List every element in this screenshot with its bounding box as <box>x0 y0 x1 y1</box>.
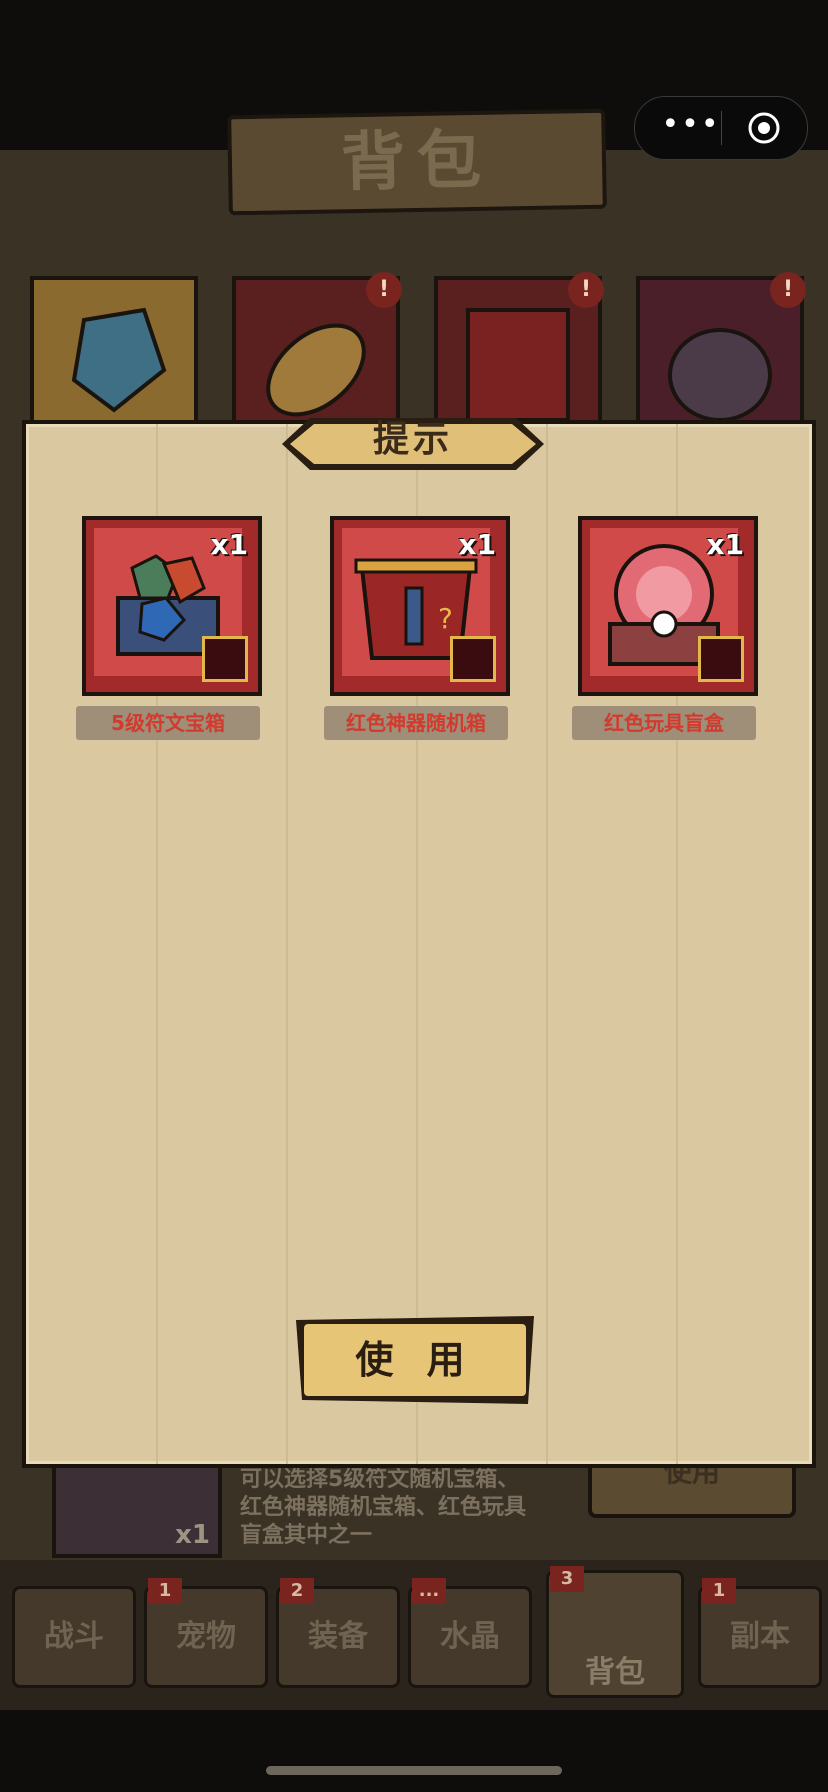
hint-title: 提示 <box>372 419 453 460</box>
selected-item-qty: x1 <box>175 1520 210 1550</box>
capsule-divider <box>721 111 722 145</box>
item-frame: x1 <box>578 516 758 696</box>
item-qty: x1 <box>706 528 744 561</box>
nav-dungeon-badge: 1 <box>702 1578 736 1604</box>
backpack-title-sign: 背包 <box>227 108 607 216</box>
category-alert-badge: ! <box>366 272 402 308</box>
category-tab-crystal[interactable] <box>30 276 198 444</box>
backpack-title: 背包 <box>340 123 494 201</box>
item-label: 红色神器随机箱 <box>324 706 508 740</box>
item-frame: x1 <box>82 516 262 696</box>
reward-option-toy-blindbox[interactable]: x1 红色玩具盲盒 <box>572 516 758 740</box>
svg-text:?: ? <box>438 602 453 635</box>
category-alert-badge: ! <box>568 272 604 308</box>
more-dots-icon[interactable]: ••• <box>661 110 721 145</box>
paper-stripe <box>286 424 288 1464</box>
nav-backpack-badge: 3 <box>550 1566 584 1592</box>
nav-crystal-badge: ... <box>412 1578 446 1604</box>
use-button-label: 使 用 <box>355 1338 475 1382</box>
home-indicator <box>266 1766 562 1775</box>
reward-option-artifact-box[interactable]: ? x1 红色神器随机箱 <box>324 516 510 740</box>
item-qty: x1 <box>210 528 248 561</box>
item-checkbox[interactable] <box>450 636 496 682</box>
item-checkbox[interactable] <box>698 636 744 682</box>
reward-option-rune-chest[interactable]: x1 5级符文宝箱 <box>76 516 262 740</box>
item-qty: x1 <box>458 528 496 561</box>
item-frame: ? x1 <box>330 516 510 696</box>
nav-backpack-label: 背包 <box>585 1655 645 1690</box>
nav-pet-badge: 1 <box>148 1578 182 1604</box>
item-label: 5级符文宝箱 <box>76 706 260 740</box>
target-icon[interactable] <box>747 111 781 145</box>
nav-battle[interactable]: 战斗 <box>12 1586 136 1688</box>
selected-item-description: 可以选择5级符文随机宝箱、红色神器随机宝箱、红色玩具盲盒其中之一 <box>240 1467 527 1548</box>
crystal-icon <box>71 307 167 413</box>
miniprogram-capsule: ••• <box>634 96 808 160</box>
category-alert-badge: ! <box>770 272 806 308</box>
paper-stripe <box>546 424 548 1464</box>
item-label: 红色玩具盲盒 <box>572 706 756 740</box>
nav-equipment-badge: 2 <box>280 1578 314 1604</box>
item-checkbox[interactable] <box>202 636 248 682</box>
category-tab-bag[interactable]: ! <box>636 272 806 444</box>
